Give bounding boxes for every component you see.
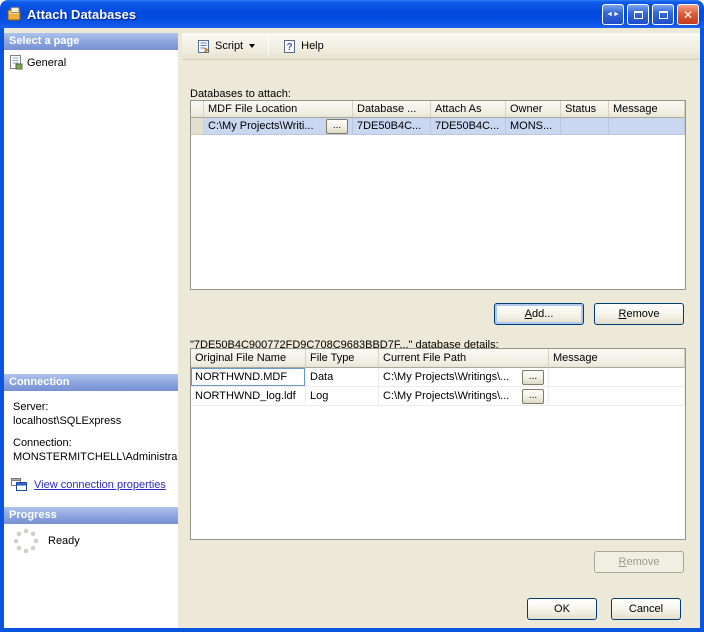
connection-label: Connection: (13, 437, 72, 449)
progress-spinner-icon (13, 528, 39, 554)
databases-grid-header: MDF File Location Database ... Attach As… (191, 101, 685, 118)
cancel-button[interactable]: Cancel (611, 598, 681, 620)
progress-header: Progress (4, 507, 178, 524)
column-header-original-file-name: Original File Name (191, 349, 306, 368)
connection-properties-icon (11, 478, 27, 491)
attach-databases-dialog: Attach Databases ◄► ✕ Select a page Gene… (0, 0, 704, 632)
column-header-current-file-path: Current File Path (379, 349, 549, 368)
details-remove-button[interactable]: Remove (594, 551, 684, 573)
main-panel: Script ? Help Databases to attach: MDF F… (182, 28, 700, 628)
databases-to-attach-label: Databases to attach: (190, 88, 291, 100)
general-page-icon (10, 55, 23, 70)
connection-header: Connection (4, 374, 178, 391)
owner-cell[interactable]: MONS... (506, 118, 561, 135)
databases-grid: MDF File Location Database ... Attach As… (190, 100, 686, 290)
column-header-attach-as: Attach As (431, 101, 506, 118)
close-button[interactable]: ✕ (677, 4, 699, 25)
message-cell[interactable] (549, 368, 685, 387)
window-title: Attach Databases (27, 6, 137, 22)
row-selector-cell[interactable] (191, 118, 204, 135)
mdf-file-location-cell[interactable]: C:\My Projects\Writi... ... (204, 118, 353, 135)
table-row[interactable]: NORTHWND_log.ldf Log C:\My Projects\Writ… (191, 387, 685, 406)
sidebar-item-general[interactable]: General (4, 50, 178, 70)
dialog-content: Select a page General Connection Server:… (4, 28, 700, 628)
progress-panel: Ready (4, 524, 178, 628)
column-header-message: Message (549, 349, 685, 368)
status-cell[interactable] (561, 118, 609, 135)
table-row[interactable]: NORTHWND.MDF Data C:\My Projects\Writing… (191, 368, 685, 387)
help-icon: ? (284, 39, 296, 53)
current-file-path-cell[interactable]: C:\My Projects\Writings\... ... (379, 387, 549, 406)
browse-path-button[interactable]: ... (522, 388, 544, 404)
column-header-status: Status (561, 101, 609, 118)
attach-databases-icon (7, 7, 21, 21)
window-box-icon (633, 10, 643, 19)
browse-path-button[interactable]: ... (522, 369, 544, 385)
maximize-button[interactable] (652, 4, 674, 25)
column-header-owner: Owner (506, 101, 561, 118)
details-grid-header: Original File Name File Type Current Fil… (191, 349, 685, 368)
column-header-database: Database ... (353, 101, 431, 118)
column-header-file-type: File Type (306, 349, 379, 368)
current-file-path-cell[interactable]: C:\My Projects\Writings\... ... (379, 368, 549, 387)
server-value: localhost\SQLExpress (13, 415, 122, 427)
row-selector-header (191, 101, 204, 118)
server-label: Server: (13, 401, 49, 413)
current-file-path-value: C:\My Projects\Writings\... (383, 390, 510, 402)
original-file-name-cell[interactable]: NORTHWND_log.ldf (191, 387, 306, 406)
browse-mdf-button[interactable]: ... (326, 118, 348, 134)
current-file-path-value: C:\My Projects\Writings\... (383, 371, 510, 383)
message-cell[interactable] (609, 118, 685, 135)
script-button[interactable]: Script (190, 36, 261, 57)
ok-button[interactable]: OK (527, 598, 597, 620)
svg-text:?: ? (287, 42, 293, 53)
file-type-cell[interactable]: Data (306, 368, 379, 387)
original-file-name-cell[interactable]: NORTHWND.MDF (191, 368, 306, 387)
toolbar: Script ? Help (182, 33, 700, 60)
sidebar-item-label: General (27, 56, 67, 69)
select-a-page-header: Select a page (4, 33, 178, 50)
file-type-cell[interactable]: Log (306, 387, 379, 406)
attach-as-cell[interactable]: 7DE50B4C... (431, 118, 506, 135)
column-header-mdf-file-location: MDF File Location (204, 101, 353, 118)
help-button[interactable]: ? Help (276, 36, 330, 57)
connection-panel: Server: localhost\SQLExpress Connection:… (4, 391, 178, 507)
view-connection-properties-link[interactable]: View connection properties (34, 478, 166, 492)
help-button-label: Help (301, 40, 324, 52)
progress-status: Ready (48, 535, 80, 547)
minimize-button[interactable] (627, 4, 649, 25)
chevron-down-icon (249, 44, 256, 48)
mdf-file-location-value: C:\My Projects\Writi... (208, 120, 314, 132)
dock-arrows-icon: ◄► (606, 11, 620, 18)
window-box-icon (658, 10, 668, 19)
toolbar-separator (268, 37, 270, 55)
message-cell[interactable] (549, 387, 685, 406)
dock-arrows-button[interactable]: ◄► (602, 4, 624, 25)
remove-button[interactable]: Remove (594, 303, 684, 325)
table-row[interactable]: C:\My Projects\Writi... ... 7DE50B4C... … (191, 118, 685, 135)
database-details-grid: Original File Name File Type Current Fil… (190, 348, 686, 540)
title-bar[interactable]: Attach Databases ◄► ✕ (0, 0, 704, 28)
script-icon (198, 39, 210, 53)
script-button-label: Script (215, 40, 244, 52)
sidebar: Select a page General Connection Server:… (4, 33, 178, 628)
database-cell[interactable]: 7DE50B4C... (353, 118, 431, 135)
add-button[interactable]: Add... (494, 303, 584, 325)
connection-value: MONSTERMITCHELL\Administra (13, 451, 178, 463)
close-icon: ✕ (682, 7, 694, 22)
page-list-panel: General (4, 50, 178, 374)
column-header-message: Message (609, 101, 685, 118)
